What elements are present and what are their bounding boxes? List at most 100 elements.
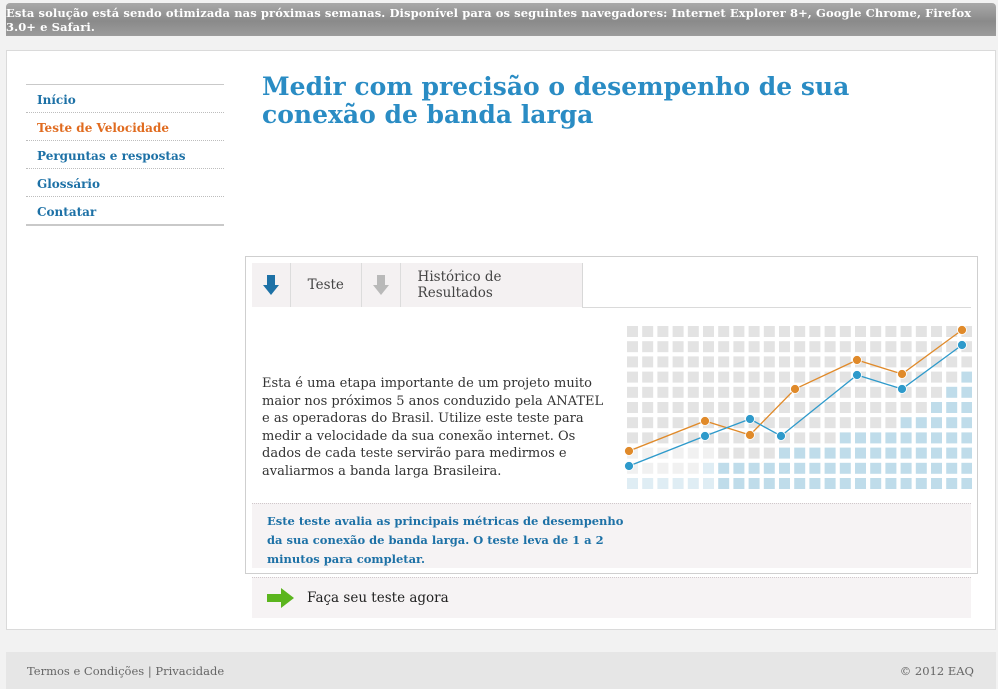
- graph-grid-cell: [657, 341, 669, 353]
- graph-grid-cell: [733, 386, 745, 398]
- graph-grid-cell: [794, 432, 806, 444]
- graph-grid-cell: [824, 341, 836, 353]
- tab-teste[interactable]: Teste: [291, 263, 362, 307]
- graph-blue-point: [957, 340, 967, 350]
- graph-grid-cell: [885, 462, 897, 474]
- graph-grid-cell: [748, 402, 760, 413]
- graph-grid-cell: [885, 386, 897, 398]
- graph-grid-cell: [824, 447, 836, 459]
- graph-grid-cell: [763, 341, 775, 353]
- nav-item-perguntas-e-respostas[interactable]: Perguntas e respostas: [26, 141, 224, 169]
- graph-grid-cell: [931, 417, 942, 429]
- graph-grid-cell: [718, 356, 730, 368]
- graph-grid-cell: [703, 478, 714, 489]
- graph-grid-cell: [931, 432, 942, 444]
- graph-grid-cell: [763, 478, 775, 489]
- graph-grid-cell: [687, 478, 699, 489]
- start-test-label: Faça seu teste agora: [307, 590, 449, 606]
- graph-grid-cell: [946, 447, 958, 459]
- graph-grid-cell: [809, 386, 821, 398]
- graph-grid-cell: [885, 432, 897, 444]
- graph-grid-cell: [672, 386, 684, 398]
- graph-grid-cell: [718, 326, 730, 337]
- nav-item-teste-de-velocidade[interactable]: Teste de Velocidade: [26, 113, 224, 141]
- graph-grid-cell: [900, 462, 912, 474]
- graph-grid-cell: [855, 386, 866, 398]
- graph-grid-cell: [915, 417, 927, 429]
- privacy-link[interactable]: Privacidade: [155, 664, 224, 678]
- graph-grid-cell: [961, 432, 972, 444]
- graph-orange-point: [790, 384, 800, 394]
- graph-grid-cell: [657, 478, 669, 489]
- graph-grid-cell: [900, 326, 912, 337]
- graph-grid-cell: [961, 371, 972, 383]
- start-test-button[interactable]: Faça seu teste agora: [252, 577, 971, 618]
- graph-grid-cell: [703, 356, 714, 368]
- graph-grid-cell: [794, 462, 806, 474]
- tab-historico-de-resultados[interactable]: Histórico de Resultados: [401, 263, 582, 307]
- graph-grid-cell: [839, 341, 851, 353]
- graph-grid-cell: [870, 417, 882, 429]
- graph-grid-cell: [718, 462, 730, 474]
- graph-grid-cell: [779, 462, 790, 474]
- graph-grid-cell: [642, 341, 654, 353]
- graph-grid-cell: [931, 462, 942, 474]
- graph-grid-cell: [748, 447, 760, 459]
- graph-blue-point: [624, 461, 634, 471]
- graph-grid-cell: [855, 326, 866, 337]
- graph-grid-cell: [687, 386, 699, 398]
- graph-blue-point: [700, 431, 710, 441]
- graph-orange-point: [700, 416, 710, 426]
- terms-link[interactable]: Termos e Condições: [27, 664, 144, 678]
- project-description: Esta é uma etapa importante de um projet…: [262, 376, 604, 479]
- graph-orange-point: [852, 355, 862, 365]
- graph-grid-cell: [779, 356, 790, 368]
- graph-grid-cell: [946, 371, 958, 383]
- graph-grid-cell: [672, 462, 684, 474]
- graph-grid-cell: [900, 478, 912, 489]
- graph-grid-cell: [794, 371, 806, 383]
- graph-grid-cell: [946, 462, 958, 474]
- graph-grid-cell: [763, 371, 775, 383]
- graph-grid-cell: [885, 478, 897, 489]
- tab-historico-icon-button[interactable]: [362, 263, 401, 307]
- graph-grid-cell: [733, 341, 745, 353]
- download-arrow-icon: [262, 275, 279, 295]
- graph-grid-cell: [687, 447, 699, 459]
- info-box: Este teste avalia as principais métricas…: [252, 503, 971, 568]
- graph-grid-cell: [703, 371, 714, 383]
- graph-grid-cell: [961, 386, 972, 398]
- graph-orange-point: [897, 369, 907, 379]
- graph-grid-cell: [672, 417, 684, 429]
- sidebar-nav: Início Teste de Velocidade Perguntas e r…: [26, 84, 224, 226]
- tab-teste-icon-button[interactable]: [252, 263, 291, 307]
- graph-grid-cell: [931, 402, 942, 413]
- graph-grid-cell: [946, 341, 958, 353]
- graph-grid-cell: [657, 371, 669, 383]
- graph-grid-cell: [915, 386, 927, 398]
- nav-item-contatar[interactable]: Contatar: [26, 197, 224, 224]
- graph-grid-cell: [703, 386, 714, 398]
- graph-grid-cell: [642, 402, 654, 413]
- graph-grid-cell: [900, 341, 912, 353]
- graph-grid-cell: [824, 402, 836, 413]
- graph-grid-cell: [961, 417, 972, 429]
- graph-grid-cell: [809, 432, 821, 444]
- graph-grid-cell: [794, 341, 806, 353]
- graph-grid-cell: [748, 478, 760, 489]
- nav-item-glossario[interactable]: Glossário: [26, 169, 224, 197]
- main-panel: Início Teste de Velocidade Perguntas e r…: [6, 50, 996, 630]
- graph-grid-cell: [870, 462, 882, 474]
- graph-grid-cell: [824, 432, 836, 444]
- graph-grid-cell: [748, 326, 760, 337]
- graph-grid-cell: [855, 462, 866, 474]
- graph-grid-cell: [961, 478, 972, 489]
- graph-grid-cell: [672, 402, 684, 413]
- graph-grid-cell: [703, 341, 714, 353]
- graph-grid-cell: [627, 432, 638, 444]
- graph-grid-cell: [718, 478, 730, 489]
- graph-grid-cell: [900, 402, 912, 413]
- graph-grid-cell: [839, 386, 851, 398]
- graph-grid-cell: [672, 371, 684, 383]
- nav-item-inicio[interactable]: Início: [26, 85, 224, 113]
